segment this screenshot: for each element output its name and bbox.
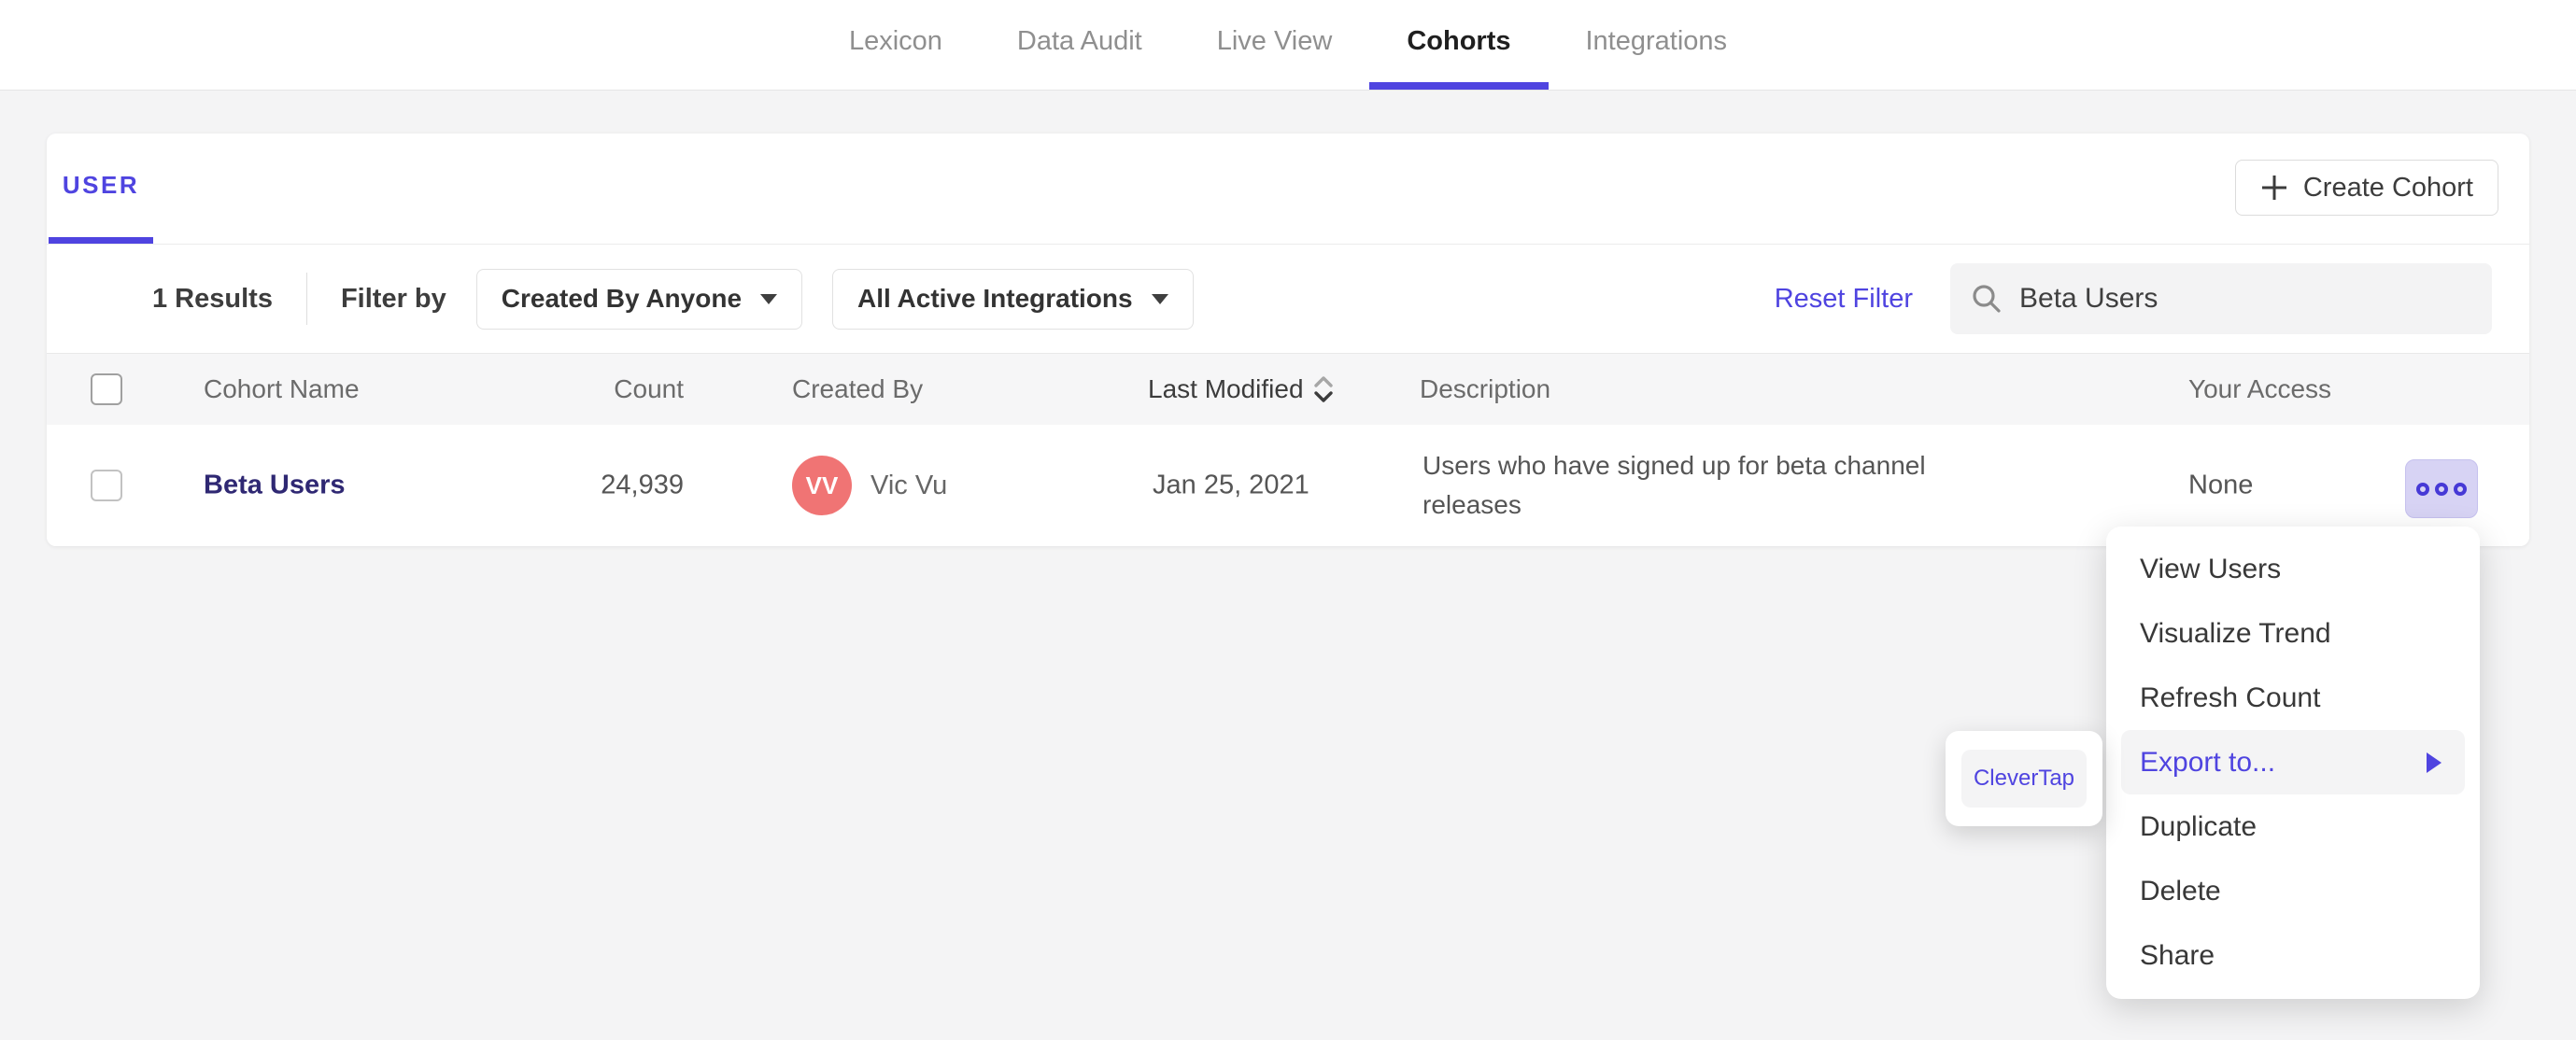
- created-by-dropdown[interactable]: Created By Anyone: [475, 268, 803, 330]
- search-icon: [1973, 285, 2001, 313]
- created-by-name: Vic Vu: [870, 470, 948, 500]
- header-count: Count: [614, 374, 684, 403]
- tab-user[interactable]: USER: [49, 134, 153, 244]
- filter-bar-right: Reset Filter: [1775, 263, 2492, 334]
- more-options-icon: [2435, 482, 2448, 496]
- cohort-name-link[interactable]: Beta Users: [204, 471, 346, 501]
- created-by-dropdown-value: Created By Anyone: [501, 284, 743, 313]
- table-header: Cohort Name Count Created By Last Modifi…: [47, 353, 2529, 425]
- last-modified-date: Jan 25, 2021: [1153, 470, 1309, 500]
- menu-item-export-to[interactable]: Export to...: [2121, 730, 2465, 794]
- divider: [305, 273, 307, 325]
- menu-item-delete[interactable]: Delete: [2106, 859, 2480, 923]
- header-last-modified-label: Last Modified: [1148, 374, 1304, 403]
- nav-tab-lexicon[interactable]: Lexicon: [812, 0, 980, 90]
- reset-filter-link[interactable]: Reset Filter: [1775, 284, 1913, 315]
- sort-icon: [1313, 376, 1333, 402]
- search-input[interactable]: [2019, 283, 2471, 315]
- active-integrations-dropdown[interactable]: All Active Integrations: [832, 268, 1194, 330]
- active-integrations-dropdown-value: All Active Integrations: [857, 284, 1133, 313]
- avatar: VV: [792, 456, 852, 515]
- header-created-by: Created By: [792, 374, 924, 403]
- header-description: Description: [1420, 374, 1551, 403]
- select-all-checkbox[interactable]: [91, 373, 122, 405]
- nav-tab-live-view[interactable]: Live View: [1180, 0, 1370, 90]
- filter-by-label: Filter by: [340, 283, 446, 314]
- cohort-type-tabbar: USER Create Cohort: [47, 134, 2529, 245]
- created-by-cell: VV Vic Vu: [792, 456, 947, 515]
- row-actions-menu: View Users Visualize Trend Refresh Count…: [2106, 527, 2480, 999]
- plus-icon: [2261, 176, 2286, 200]
- top-navigation: Lexicon Data Audit Live View Cohorts Int…: [0, 0, 2576, 91]
- search-box[interactable]: [1950, 263, 2492, 334]
- nav-tab-data-audit[interactable]: Data Audit: [980, 0, 1180, 90]
- cohort-count: 24,939: [601, 470, 684, 500]
- menu-item-duplicate[interactable]: Duplicate: [2106, 794, 2480, 859]
- create-cohort-label: Create Cohort: [2302, 172, 2473, 203]
- create-cohort-button[interactable]: Create Cohort: [2234, 160, 2498, 216]
- chevron-down-icon: [1151, 293, 1168, 304]
- header-cohort-name: Cohort Name: [204, 374, 360, 403]
- cohorts-card: USER Create Cohort 1 Results Filter by C…: [47, 134, 2529, 546]
- row-checkbox[interactable]: [91, 470, 122, 501]
- chevron-down-icon: [760, 293, 778, 304]
- submenu-item-clevertap[interactable]: CleverTap: [1961, 750, 2087, 808]
- menu-item-view-users[interactable]: View Users: [2106, 537, 2480, 601]
- export-submenu: CleverTap: [1946, 731, 2102, 826]
- your-access-value: None: [2188, 470, 2254, 500]
- menu-item-visualize-trend[interactable]: Visualize Trend: [2106, 601, 2480, 666]
- more-options-icon: [2416, 482, 2429, 496]
- nav-tab-cohorts[interactable]: Cohorts: [1369, 0, 1549, 90]
- cohort-description: Users who have signed up for beta channe…: [1422, 451, 1926, 519]
- row-actions-button[interactable]: [2405, 459, 2478, 518]
- menu-item-share[interactable]: Share: [2106, 923, 2480, 988]
- header-your-access: Your Access: [2188, 374, 2332, 403]
- menu-item-refresh-count[interactable]: Refresh Count: [2106, 666, 2480, 730]
- submenu-arrow-icon: [2427, 752, 2442, 773]
- menu-item-export-to-label: Export to...: [2140, 746, 2276, 778]
- filter-bar: 1 Results Filter by Created By Anyone Al…: [47, 245, 2529, 353]
- more-options-icon: [2454, 482, 2467, 496]
- header-last-modified[interactable]: Last Modified: [1148, 374, 1334, 404]
- nav-tab-integrations[interactable]: Integrations: [1549, 0, 1765, 90]
- results-count: 1 Results: [152, 283, 273, 314]
